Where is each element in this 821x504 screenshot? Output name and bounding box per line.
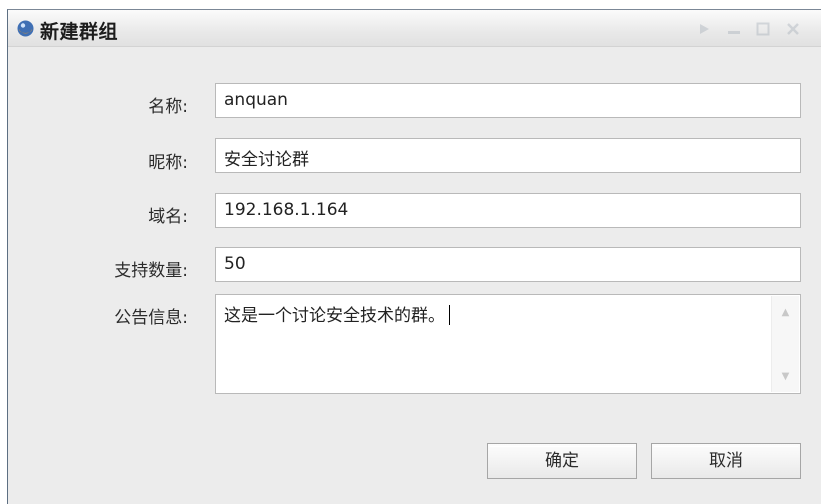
scroll-up-icon[interactable]: ▲ [772, 304, 799, 322]
domain-input[interactable]: 192.168.1.164 [215, 193, 801, 228]
confirm-button-highlight [490, 446, 634, 447]
notice-scrollbar[interactable]: ▲ ▼ [771, 296, 799, 392]
title-bar: 新建群组 [8, 10, 821, 47]
confirm-button[interactable]: 确定 [487, 443, 637, 479]
scroll-down-icon[interactable]: ▼ [772, 368, 799, 386]
cancel-button[interactable]: 取消 [651, 443, 801, 479]
maximize-icon[interactable] [756, 22, 770, 36]
name-input[interactable]: anquan [215, 83, 801, 118]
nickname-label: 昵称: [148, 153, 188, 173]
name-label: 名称: [148, 97, 188, 117]
close-icon[interactable] [786, 22, 800, 36]
cancel-button-label: 取消 [709, 451, 743, 471]
app-logo-icon [17, 20, 34, 37]
dialog-title: 新建群组 [40, 21, 119, 43]
pin-icon[interactable] [697, 22, 711, 36]
cancel-button-highlight [654, 446, 798, 447]
new-group-dialog: 新建群组 名称: anquan 昵称: 安全讨论群 域名: 192.168.1.… [7, 9, 821, 504]
domain-label: 域名: [148, 207, 188, 227]
minimize-icon[interactable] [727, 22, 741, 36]
capacity-label: 支持数量: [114, 261, 188, 281]
nickname-input[interactable]: 安全讨论群 [215, 138, 801, 173]
confirm-button-label: 确定 [545, 451, 579, 471]
capacity-input[interactable]: 50 [215, 247, 801, 282]
notice-label: 公告信息: [114, 308, 188, 328]
text-caret [449, 305, 450, 325]
notice-text: 这是一个讨论安全技术的群。 [224, 301, 450, 326]
notice-textarea[interactable]: 这是一个讨论安全技术的群。 ▲ ▼ [215, 294, 801, 394]
